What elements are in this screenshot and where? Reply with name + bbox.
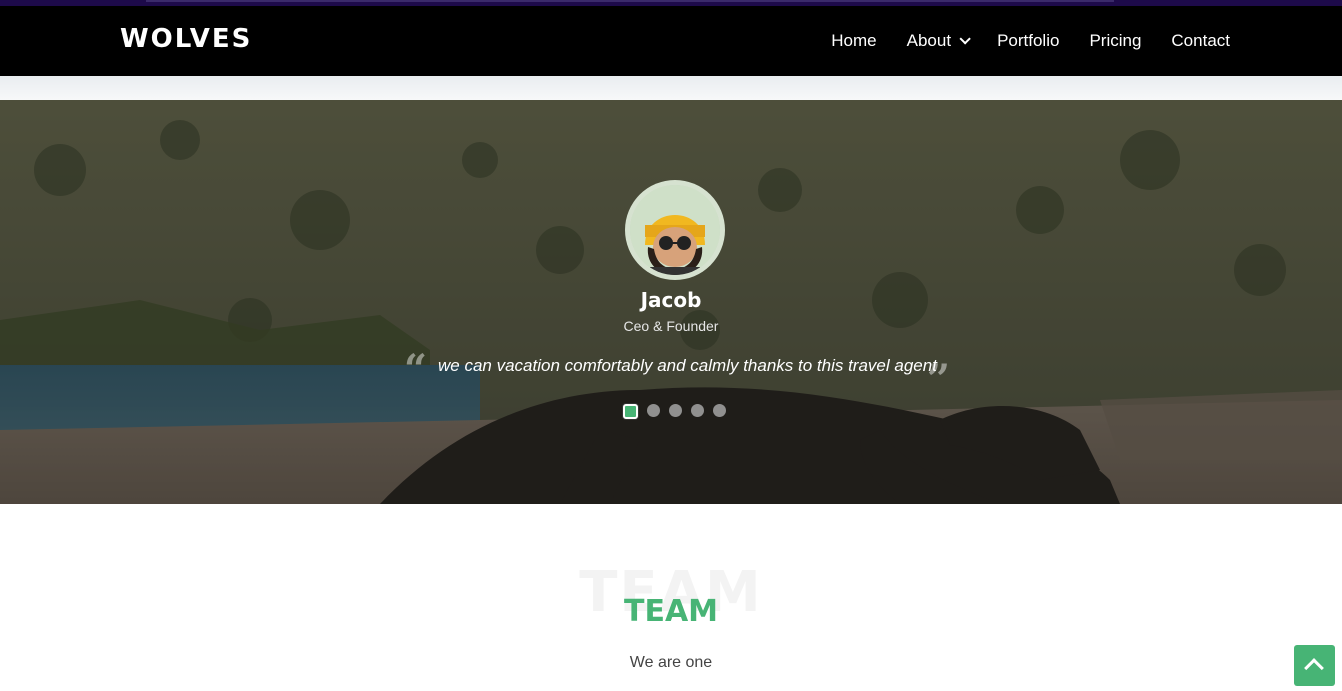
team-subtitle: We are one (629, 654, 713, 671)
nav-about-label: About (906, 31, 952, 50)
carousel-pagination (623, 404, 726, 419)
arrow-up-icon (1304, 658, 1324, 678)
carousel-dot-5[interactable] (713, 404, 726, 417)
brand-logo[interactable]: WOLVES (120, 24, 252, 54)
header-shadow-bar (0, 76, 1342, 100)
quote-open-icon: “ (404, 346, 428, 393)
nav-about[interactable]: About (906, 31, 971, 51)
nav-portfolio-label: Portfolio (997, 31, 1060, 50)
nav-pricing[interactable]: Pricing (1089, 31, 1141, 51)
nav-pricing-label: Pricing (1089, 31, 1142, 50)
top-strip-highlight (146, 0, 1114, 2)
avatar-photo (630, 185, 720, 275)
nav-portfolio[interactable]: Portfolio (997, 31, 1059, 51)
testimonial-quote-block: “ we can vacation comfortably and calmly… (400, 350, 950, 400)
avatar (625, 180, 725, 280)
carousel-dot-1[interactable] (623, 404, 638, 419)
nav-home-label: Home (831, 31, 877, 50)
testimonial-section: Jacob Ceo & Founder “ we can vacation co… (0, 100, 1342, 504)
team-title: TEAM (623, 594, 719, 629)
nav-contact-label: Contact (1171, 31, 1230, 50)
quote-close-icon: ” (926, 356, 950, 403)
navbar: WOLVES Home About Portfolio Pricing Cont… (0, 6, 1342, 76)
carousel-dot-4[interactable] (691, 404, 704, 417)
carousel-dot-2[interactable] (647, 404, 660, 417)
testimonial-quote: we can vacation comfortably and calmly t… (438, 356, 937, 375)
testimonial-role: Ceo & Founder (623, 318, 719, 334)
testimonial-name: Jacob (640, 288, 702, 312)
back-to-top-button[interactable] (1294, 645, 1335, 686)
chevron-down-icon (959, 33, 971, 45)
nav-contact[interactable]: Contact (1171, 31, 1230, 51)
main-nav: Home About Portfolio Pricing Contact (831, 6, 1230, 76)
nav-home[interactable]: Home (831, 31, 876, 51)
carousel-dot-3[interactable] (669, 404, 682, 417)
